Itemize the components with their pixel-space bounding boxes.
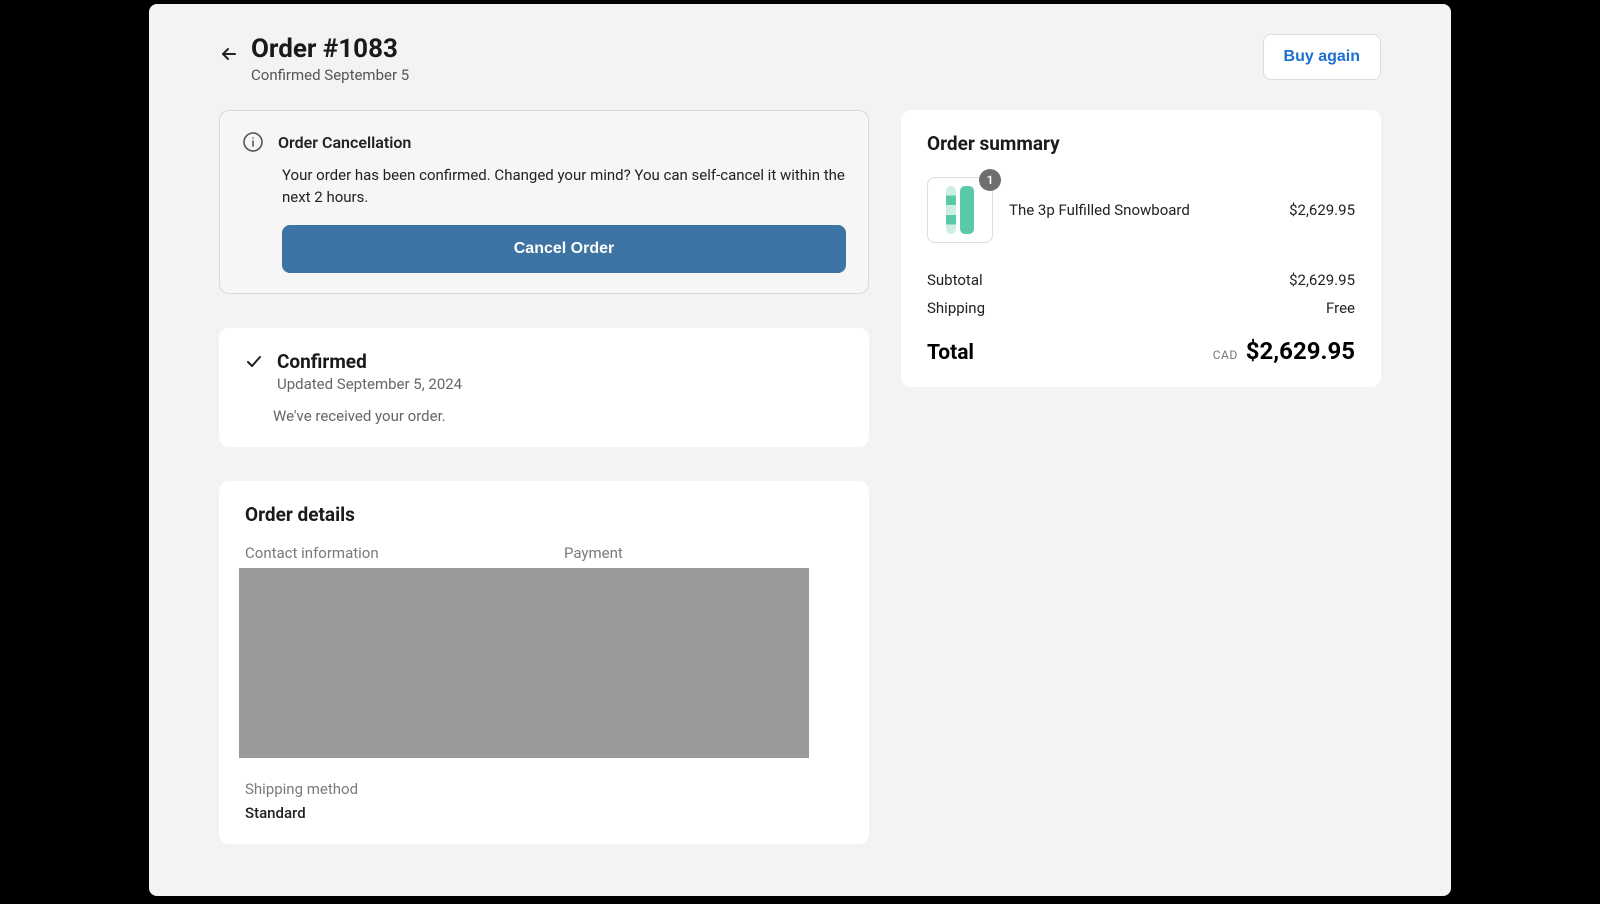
status-card: Confirmed Updated September 5, 2024 We'v… (219, 328, 869, 447)
quantity-badge: 1 (979, 169, 1001, 191)
page-header: Order #1083 Confirmed September 5 Buy ag… (219, 34, 1381, 84)
contact-info-label: Contact information (245, 544, 524, 562)
status-updated: Updated September 5, 2024 (277, 375, 462, 393)
payment-label: Payment (564, 544, 843, 562)
status-message: We've received your order. (245, 407, 843, 425)
shipping-value: Free (1326, 299, 1355, 317)
product-price: $2,629.95 (1289, 201, 1355, 219)
line-item: 1 The 3p Fulfilled Snowboard $2,629.95 (927, 177, 1355, 243)
cancellation-card: Order Cancellation Your order has been c… (219, 110, 869, 294)
total-amount: $2,629.95 (1246, 337, 1355, 365)
currency-code: CAD (1213, 348, 1238, 362)
total-row: Total CAD $2,629.95 (927, 337, 1355, 365)
shipping-label: Shipping (927, 299, 985, 317)
subtotal-label: Subtotal (927, 271, 983, 289)
cancellation-description: Your order has been confirmed. Changed y… (282, 165, 846, 209)
back-button[interactable] (219, 44, 239, 68)
order-summary-title: Order summary (927, 132, 1355, 155)
shipping-method-value: Standard (245, 804, 843, 822)
order-title: Order #1083 (251, 34, 409, 64)
cancel-order-button[interactable]: Cancel Order (282, 225, 846, 273)
buy-again-button[interactable]: Buy again (1263, 34, 1381, 80)
info-icon (242, 131, 264, 153)
status-title: Confirmed (277, 350, 462, 373)
checkmark-icon (245, 353, 263, 371)
shipping-row: Shipping Free (927, 299, 1355, 317)
cancellation-title: Order Cancellation (278, 133, 411, 152)
order-details-card: Order details Contact information Paymen… (219, 481, 869, 844)
subtotal-value: $2,629.95 (1289, 271, 1355, 289)
shipping-method-label: Shipping method (245, 780, 843, 798)
order-details-title: Order details (245, 503, 843, 526)
arrow-left-icon (219, 44, 239, 64)
total-label: Total (927, 341, 974, 365)
product-name: The 3p Fulfilled Snowboard (1009, 201, 1273, 219)
order-subtitle: Confirmed September 5 (251, 66, 409, 84)
subtotal-row: Subtotal $2,629.95 (927, 271, 1355, 289)
redacted-block (239, 568, 809, 758)
order-summary-card: Order summary 1 The 3p Fulfilled Snowboa… (901, 110, 1381, 387)
